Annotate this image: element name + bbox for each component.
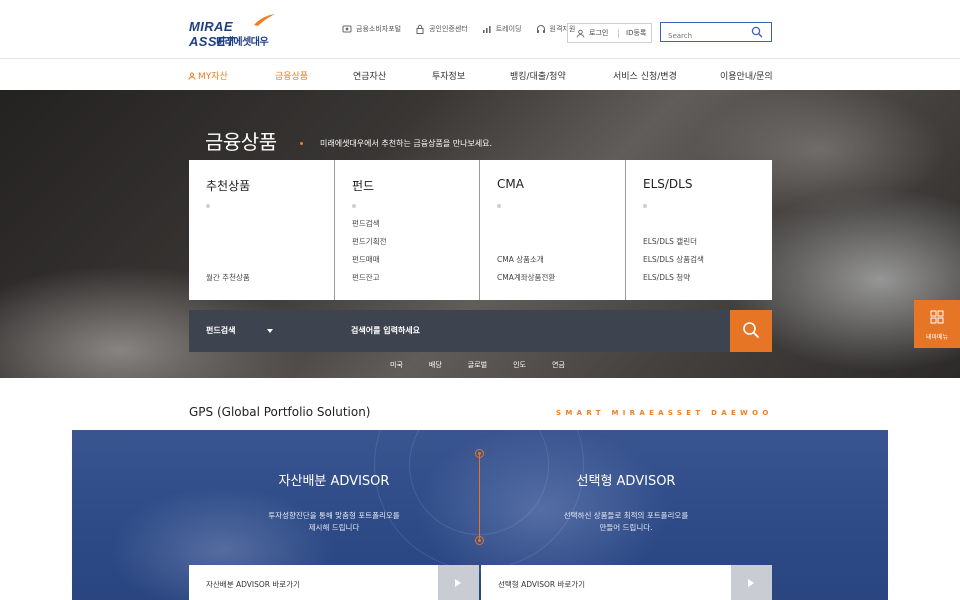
popular-keywords: 미국 배당 글로벌 인도 연금 <box>390 360 591 370</box>
bullet-dot <box>643 204 647 208</box>
divider-line <box>479 452 480 542</box>
card-link[interactable]: ELS/DLS 청약 <box>643 269 704 287</box>
login-button[interactable]: 로그인 <box>568 28 618 38</box>
play-arrow-icon[interactable] <box>438 565 479 600</box>
login-label: 로그인 <box>589 29 609 37</box>
utility-label: 트레이딩 <box>495 25 522 33</box>
card-link[interactable]: 월간 추천상품 <box>206 269 250 287</box>
card-link[interactable]: CMA계좌상품전환 <box>497 269 555 287</box>
advisor-description: 투자성향진단을 통해 맞춤형 포트폴리오를 제시해 드립니다 <box>268 511 400 532</box>
product-search-bar: 펀드검색 검색어를 입력하세요 <box>189 310 772 352</box>
card-link[interactable]: 펀드기획전 <box>352 233 387 251</box>
utility-trading[interactable]: 트레이딩 <box>482 24 522 34</box>
theme-menu-button[interactable]: 테마메뉴 <box>914 300 960 348</box>
brand-slogan: SMART MIRAEASSET DAEWOO <box>556 409 773 417</box>
card-title: CMA <box>497 177 524 191</box>
main-nav: MY자산 금융상품 연금자산 투자정보 뱅킹/대출/청약 서비스 신청/변경 이… <box>0 58 960 90</box>
card-link[interactable]: 펀드매매 <box>352 251 387 269</box>
header: MIRAE ASSET 미래에셋대우 금융소비자포털 공인인증센터 트레이딩 원… <box>0 0 960 58</box>
node-icon <box>475 536 484 545</box>
card-title: 펀드 <box>352 179 375 193</box>
header-search <box>660 22 772 45</box>
utility-certificate-center[interactable]: 공인인증센터 <box>415 24 468 34</box>
nav-label: MY자산 <box>198 72 228 82</box>
card-recommended[interactable]: 추천상품 월간 추천상품 <box>189 160 335 300</box>
logo-swoosh-icon <box>254 14 275 26</box>
theme-menu-label: 테마메뉴 <box>925 334 949 341</box>
asset-allocation-advisor-link[interactable]: 자산배분 ADVISOR 바로가기 <box>189 565 479 600</box>
nav-help[interactable]: 이용안내/문의 <box>720 69 773 82</box>
user-icon <box>576 29 585 38</box>
headset-icon <box>536 25 545 33</box>
card-link[interactable]: ELS/DLS 상품검색 <box>643 251 704 269</box>
consumer-portal-icon <box>342 25 352 33</box>
nav-investment-info[interactable]: 투자정보 <box>432 69 465 82</box>
title-dot <box>300 142 303 145</box>
search-icon <box>743 322 760 339</box>
advisor-description: 선택하신 상품들로 최적의 포트폴리오를 만들어 드립니다. <box>563 511 689 532</box>
page-title: 금융상품 <box>205 130 277 154</box>
login-box: 로그인 ID등록 <box>567 23 652 43</box>
logo[interactable]: MIRAE ASSET 미래에셋대우 <box>189 14 279 49</box>
id-register-button[interactable]: ID등록 <box>619 28 646 38</box>
keyword-tag[interactable]: 배당 <box>429 360 442 370</box>
keyword-tag[interactable]: 글로벌 <box>468 360 487 370</box>
keyword-tag[interactable]: 미국 <box>390 360 403 370</box>
link-label: 자산배분 ADVISOR 바로가기 <box>206 580 300 589</box>
card-link[interactable]: CMA 상품소개 <box>497 251 555 269</box>
search-input[interactable] <box>661 27 746 45</box>
search-submit-button[interactable] <box>730 310 772 352</box>
card-cma[interactable]: CMA CMA 상품소개 CMA계좌상품전환 <box>480 160 626 300</box>
bullet-dot <box>497 204 501 208</box>
keyword-tag[interactable]: 연금 <box>552 360 565 370</box>
hero-section: 금융상품 미래에셋대우에서 추천하는 금융상품을 만나보세요. 추천상품 월간 … <box>0 90 960 378</box>
card-els-dls[interactable]: ELS/DLS ELS/DLS 캘린더 ELS/DLS 상품검색 ELS/DLS… <box>626 160 772 300</box>
nav-banking[interactable]: 뱅킹/대출/청약 <box>510 69 566 82</box>
gps-panel: 자산배분 ADVISOR 투자성향진단을 통해 맞춤형 포트폴리오를 제시해 드… <box>72 430 888 600</box>
caret-down-icon[interactable] <box>267 329 273 333</box>
advisor-title: 자산배분 ADVISOR <box>278 474 390 489</box>
selective-advisor-link[interactable]: 선택형 ADVISOR 바로가기 <box>481 565 772 600</box>
logo-subtext: 미래에셋대우 <box>216 37 269 48</box>
utility-consumer-portal[interactable]: 금융소비자포털 <box>342 24 401 34</box>
card-fund[interactable]: 펀드 펀드검색 펀드기획전 펀드매매 펀드잔고 <box>335 160 480 300</box>
user-icon <box>188 72 196 80</box>
card-link[interactable]: 펀드잔고 <box>352 269 387 287</box>
nav-service-request[interactable]: 서비스 신청/변경 <box>613 69 677 82</box>
page-subtitle: 미래에셋대우에서 추천하는 금융상품을 만나보세요. <box>320 139 493 148</box>
search-category-select[interactable]: 펀드검색 <box>206 325 235 336</box>
bullet-dot <box>352 204 356 208</box>
play-arrow-icon[interactable] <box>731 565 772 600</box>
utility-label: 금융소비자포털 <box>356 25 402 33</box>
card-link[interactable]: 펀드검색 <box>352 215 387 233</box>
lock-icon <box>416 24 424 34</box>
node-icon <box>475 449 484 458</box>
card-link[interactable]: ELS/DLS 캘린더 <box>643 233 704 251</box>
grid-icon <box>930 310 944 324</box>
product-cards: 추천상품 월간 추천상품 펀드 펀드검색 펀드기획전 펀드매매 펀드잔고 CMA… <box>189 160 772 300</box>
bullet-dot <box>206 204 210 208</box>
section-title: GPS (Global Portfolio Solution) <box>189 405 371 419</box>
nav-financial-products[interactable]: 금융상품 <box>275 69 308 82</box>
link-label: 선택형 ADVISOR 바로가기 <box>498 580 586 589</box>
chart-icon <box>482 26 491 33</box>
utility-label: 공인인증센터 <box>429 25 468 33</box>
advisor-title: 선택형 ADVISOR <box>576 474 676 489</box>
product-search-input[interactable]: 검색어를 입력하세요 <box>351 325 420 336</box>
keyword-tag[interactable]: 인도 <box>513 360 526 370</box>
nav-pension-assets[interactable]: 연금자산 <box>353 69 386 82</box>
card-title: 추천상품 <box>206 179 251 193</box>
card-title: ELS/DLS <box>643 177 693 191</box>
utility-menu: 금융소비자포털 공인인증센터 트레이딩 원격지원 <box>342 24 575 34</box>
search-icon[interactable] <box>751 26 763 38</box>
nav-my-assets[interactable]: MY자산 <box>188 69 228 82</box>
